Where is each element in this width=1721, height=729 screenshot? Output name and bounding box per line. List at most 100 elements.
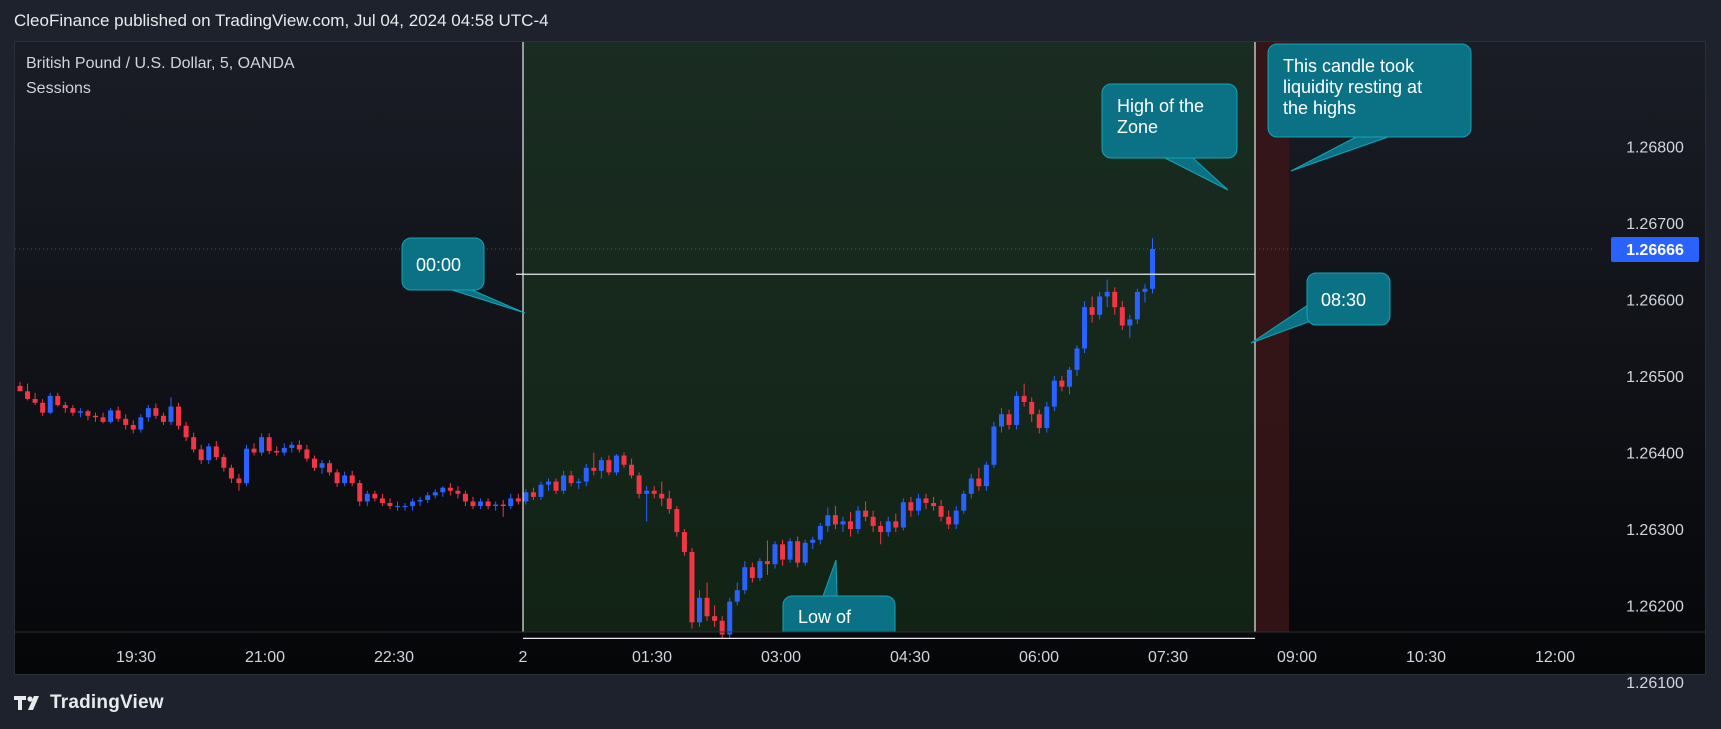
candle: [160, 412, 166, 425]
y-axis-tick-label: 1.26700: [1626, 216, 1684, 233]
candle-body: [319, 463, 325, 468]
candle-body: [417, 499, 423, 502]
candle: [244, 444, 249, 487]
x-axis-tick-label: 01:30: [632, 649, 672, 666]
candle: [176, 402, 182, 430]
candle-body: [221, 457, 227, 468]
candle-body: [976, 478, 982, 487]
candle: [17, 382, 23, 392]
candle-body: [145, 408, 151, 418]
candle-body: [176, 406, 182, 426]
candle-body: [734, 590, 740, 602]
candle-body: [40, 402, 46, 413]
candle-body: [900, 502, 906, 528]
candle: [1014, 391, 1020, 430]
x-axis-tick-label: 2: [519, 649, 528, 666]
candle-body: [379, 498, 385, 503]
candle-body: [764, 561, 770, 565]
candle-body: [885, 521, 891, 533]
candle-body: [349, 475, 355, 484]
candle-body: [908, 502, 914, 511]
candle-body: [855, 510, 861, 529]
candle: [100, 412, 106, 424]
candle: [55, 392, 61, 407]
candle: [145, 405, 151, 422]
candle-body: [568, 475, 574, 484]
candle: [1051, 376, 1057, 412]
candle-body: [915, 498, 921, 511]
candle: [342, 471, 348, 487]
candle: [364, 490, 370, 507]
candle-body: [1066, 369, 1072, 387]
callout-session-start[interactable]: 00:00: [401, 237, 526, 314]
candle: [236, 473, 242, 491]
x-axis-tick-label: 07:30: [1148, 649, 1188, 666]
candle-body: [334, 472, 340, 484]
y-axis-tick-label: 1.26600: [1626, 293, 1684, 310]
candle-body: [1112, 291, 1118, 308]
candle: [130, 420, 136, 434]
x-axis-tick-label: 21:00: [245, 649, 285, 666]
candle-body: [289, 444, 295, 448]
candle-body: [931, 502, 937, 507]
candle-body: [372, 493, 378, 499]
candle-body: [591, 467, 597, 471]
brand-text: TradingView: [50, 692, 164, 713]
callout-pointer: [1290, 136, 1389, 172]
candle-body: [493, 504, 499, 507]
candle-body: [606, 460, 612, 473]
candle: [334, 469, 340, 487]
candle-body: [983, 464, 989, 487]
candle-body: [674, 509, 680, 533]
candle-body: [470, 501, 476, 507]
candle: [1134, 288, 1140, 324]
candle: [281, 443, 287, 456]
candle-body: [1021, 395, 1027, 403]
candle-body: [342, 475, 348, 484]
candle-body: [70, 408, 76, 413]
candle-body: [213, 446, 219, 458]
candle-body: [968, 478, 974, 494]
x-axis-tick-label: 22:30: [374, 649, 414, 666]
candle-body: [130, 424, 136, 430]
candle-body: [893, 521, 899, 528]
callout-liquidity[interactable]: This candle tookliquidity resting atthe …: [1267, 43, 1472, 172]
candle-body: [236, 478, 242, 484]
candle-body: [304, 449, 310, 459]
candle: [327, 460, 333, 476]
callout-text: High of the: [1117, 96, 1204, 116]
candle-body: [447, 487, 453, 491]
candle-body: [1036, 414, 1042, 429]
candle: [493, 501, 499, 511]
tradingview-brand[interactable]: TradingView: [14, 689, 164, 717]
candle: [387, 498, 393, 510]
candle-body: [85, 411, 91, 416]
candle: [108, 408, 114, 424]
candle: [485, 498, 491, 510]
candle: [757, 558, 763, 582]
candle-body: [198, 449, 204, 461]
candle-body: [485, 501, 491, 507]
x-axis-tick-label: 10:30: [1406, 649, 1446, 666]
candle-body: [108, 410, 114, 422]
candle: [319, 460, 325, 474]
candle-body: [576, 481, 582, 484]
candle-body: [500, 504, 506, 507]
candle-body: [206, 446, 212, 461]
candle-body: [1059, 380, 1065, 387]
candle: [123, 414, 129, 430]
candle-body: [1150, 249, 1155, 289]
candle: [191, 432, 197, 453]
candle: [395, 501, 400, 511]
candle-body: [697, 597, 702, 623]
candle-body: [561, 475, 567, 491]
candle-body: [991, 426, 997, 465]
candle-body: [553, 481, 559, 491]
indicator-label[interactable]: Sessions: [26, 80, 91, 98]
candle: [153, 403, 159, 419]
candle-body: [251, 448, 257, 453]
candle-body: [123, 418, 129, 425]
candle-body: [878, 525, 884, 533]
instrument-label[interactable]: British Pound / U.S. Dollar, 5, OANDA: [26, 55, 295, 73]
price-chart[interactable]: 00:00 08:30 High of theZone Low of This cand…: [0, 0, 1721, 729]
